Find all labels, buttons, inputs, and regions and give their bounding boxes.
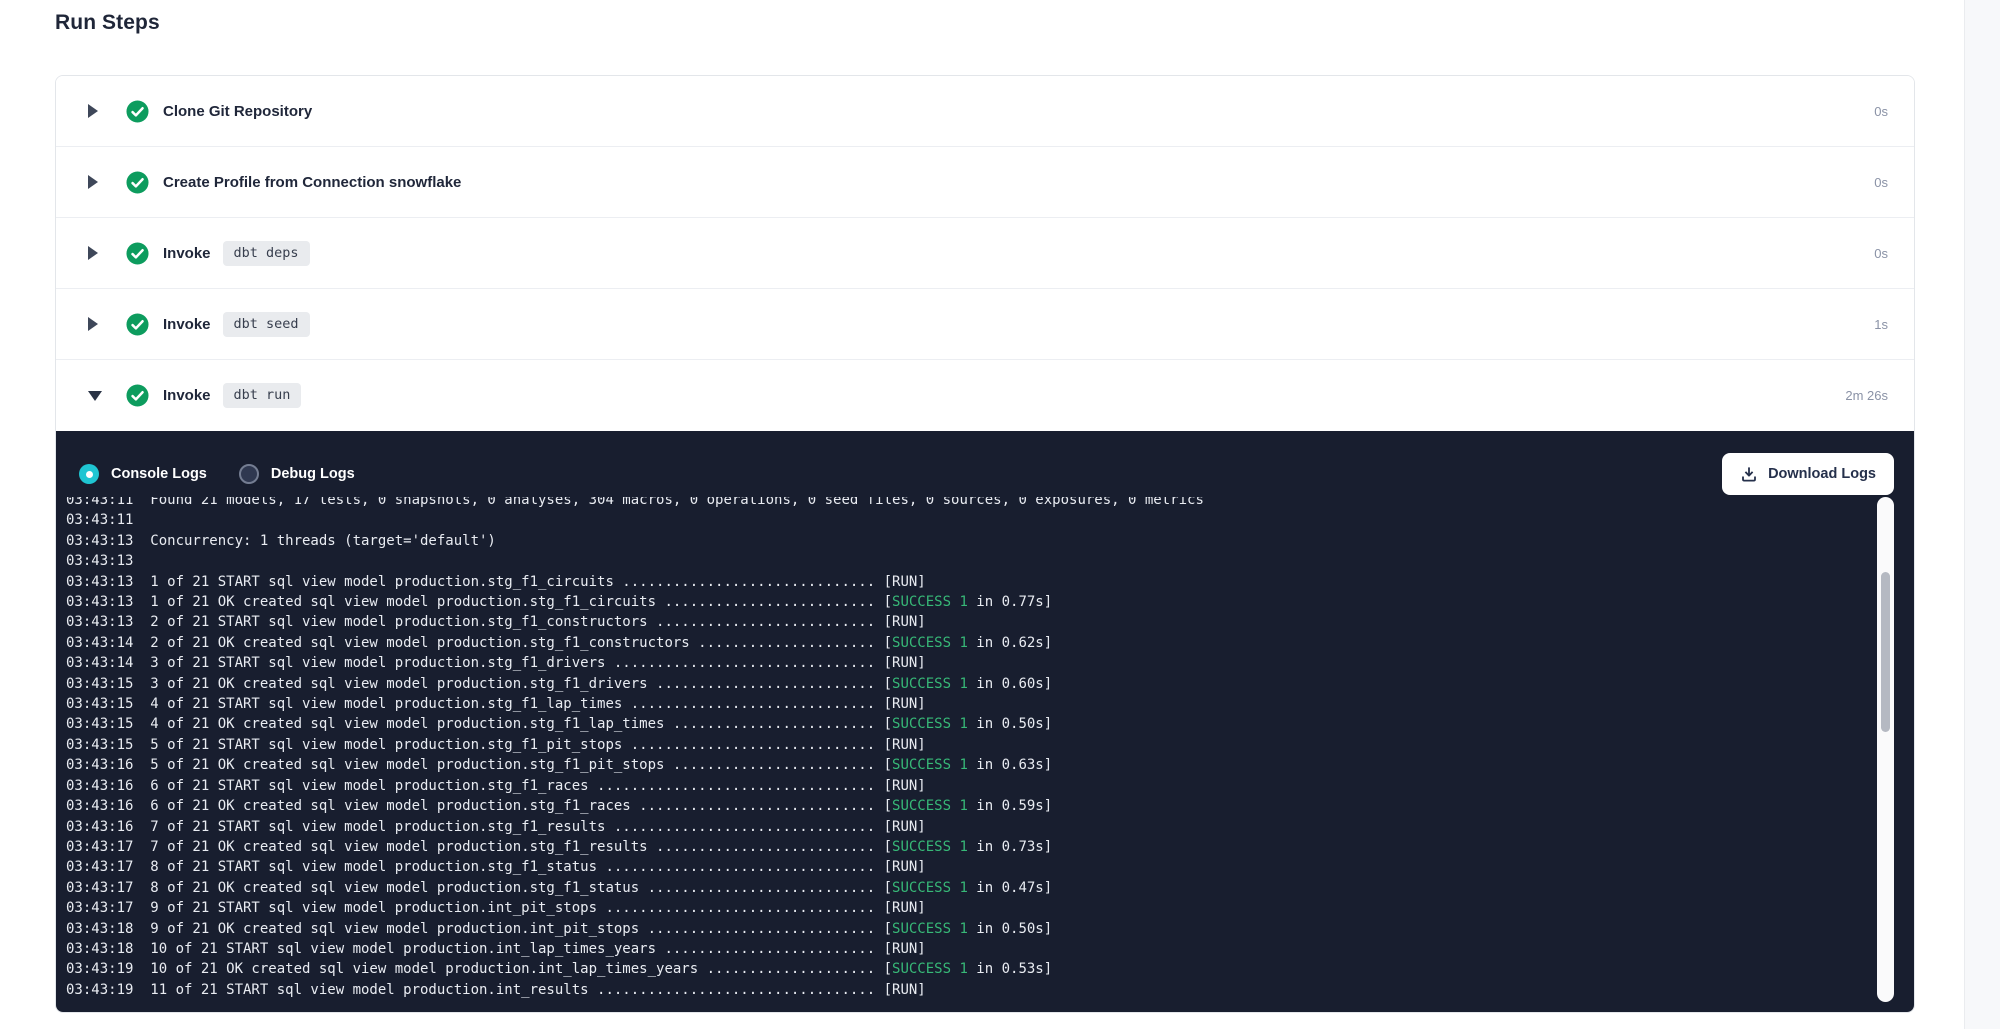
log-line: 03:43:17 9 of 21 START sql view model pr…: [66, 898, 1914, 918]
chevron-right-icon[interactable]: [88, 246, 98, 260]
chevron-right-icon[interactable]: [88, 175, 98, 189]
check-circle-icon: [126, 100, 149, 123]
log-line: 03:43:19 10 of 21 OK created sql view mo…: [66, 959, 1914, 979]
download-icon: [1740, 465, 1758, 483]
step-command-chip: dbt run: [223, 383, 302, 408]
console-log-viewport[interactable]: 03:43:11 Found 21 models, 17 tests, 0 sn…: [56, 497, 1914, 1012]
step-title: Invoke: [163, 387, 211, 404]
console-logs-radio[interactable]: Console Logs: [79, 464, 207, 484]
log-line: 03:43:13 2 of 21 START sql view model pr…: [66, 612, 1914, 632]
step-rows: Clone Git Repository 0s Create Profile f…: [56, 76, 1914, 431]
step-title: Invoke: [163, 245, 211, 262]
chevron-down-icon[interactable]: [88, 391, 102, 401]
check-circle-icon: [126, 171, 149, 194]
step-duration: 2m 26s: [1845, 388, 1888, 403]
debug-logs-radio[interactable]: Debug Logs: [239, 464, 355, 484]
step-command-chip: dbt seed: [223, 312, 310, 337]
step-row[interactable]: Invoke dbt deps 0s: [56, 218, 1914, 289]
chevron-right-icon[interactable]: [88, 104, 98, 118]
check-circle-icon: [126, 242, 149, 265]
log-line: 03:43:16 6 of 21 OK created sql view mod…: [66, 796, 1914, 816]
check-circle-icon: [126, 384, 149, 407]
log-panel: Console Logs Debug Logs Download Logs 03…: [56, 431, 1914, 1012]
step-duration: 0s: [1874, 246, 1888, 261]
log-scrollbar[interactable]: [1877, 497, 1894, 1002]
log-line: 03:43:16 6 of 21 START sql view model pr…: [66, 776, 1914, 796]
console-log-lines: 03:43:11 Found 21 models, 17 tests, 0 sn…: [66, 497, 1914, 1000]
log-line: 03:43:11: [66, 510, 1914, 530]
log-line: 03:43:15 4 of 21 OK created sql view mod…: [66, 714, 1914, 734]
radio-unselected-icon: [239, 464, 259, 484]
step-command-chip: dbt deps: [223, 241, 310, 266]
run-steps-card: Clone Git Repository 0s Create Profile f…: [55, 75, 1915, 1013]
log-line: 03:43:18 10 of 21 START sql view model p…: [66, 939, 1914, 959]
log-line: 03:43:17 8 of 21 START sql view model pr…: [66, 857, 1914, 877]
log-line: 03:43:14 3 of 21 START sql view model pr…: [66, 653, 1914, 673]
step-duration: 0s: [1874, 175, 1888, 190]
debug-logs-label: Debug Logs: [271, 466, 355, 482]
page-right-gutter: [1964, 0, 2000, 1029]
step-row[interactable]: Create Profile from Connection snowflake…: [56, 147, 1914, 218]
check-circle-icon: [126, 313, 149, 336]
log-line: 03:43:13: [66, 551, 1914, 571]
log-panel-header: Console Logs Debug Logs Download Logs: [56, 431, 1914, 497]
download-logs-button[interactable]: Download Logs: [1722, 453, 1894, 495]
log-line: 03:43:15 4 of 21 START sql view model pr…: [66, 694, 1914, 714]
step-row[interactable]: Invoke dbt run 2m 26s: [56, 360, 1914, 431]
log-line: 03:43:14 2 of 21 OK created sql view mod…: [66, 633, 1914, 653]
step-duration: 0s: [1874, 104, 1888, 119]
log-line: 03:43:15 5 of 21 START sql view model pr…: [66, 735, 1914, 755]
log-line: 03:43:11 Found 21 models, 17 tests, 0 sn…: [66, 497, 1914, 510]
step-title: Clone Git Repository: [163, 103, 312, 120]
log-line: 03:43:15 3 of 21 OK created sql view mod…: [66, 674, 1914, 694]
log-line: 03:43:16 5 of 21 OK created sql view mod…: [66, 755, 1914, 775]
log-line: 03:43:13 1 of 21 OK created sql view mod…: [66, 592, 1914, 612]
log-line: 03:43:17 8 of 21 OK created sql view mod…: [66, 878, 1914, 898]
log-line: 03:43:17 7 of 21 OK created sql view mod…: [66, 837, 1914, 857]
log-line: 03:43:16 7 of 21 START sql view model pr…: [66, 817, 1914, 837]
step-row[interactable]: Clone Git Repository 0s: [56, 76, 1914, 147]
radio-selected-icon: [79, 464, 99, 484]
download-logs-label: Download Logs: [1768, 466, 1876, 482]
console-logs-label: Console Logs: [111, 466, 207, 482]
step-row[interactable]: Invoke dbt seed 1s: [56, 289, 1914, 360]
log-line: 03:43:18 9 of 21 OK created sql view mod…: [66, 919, 1914, 939]
step-title: Invoke: [163, 316, 211, 333]
page-title: Run Steps: [55, 11, 160, 35]
step-title: Create Profile from Connection snowflake: [163, 174, 461, 191]
log-line: 03:43:19 11 of 21 START sql view model p…: [66, 980, 1914, 1000]
log-line: 03:43:13 1 of 21 START sql view model pr…: [66, 572, 1914, 592]
chevron-right-icon[interactable]: [88, 317, 98, 331]
log-line: 03:43:13 Concurrency: 1 threads (target=…: [66, 531, 1914, 551]
step-duration: 1s: [1874, 317, 1888, 332]
log-scrollbar-thumb[interactable]: [1881, 572, 1890, 732]
